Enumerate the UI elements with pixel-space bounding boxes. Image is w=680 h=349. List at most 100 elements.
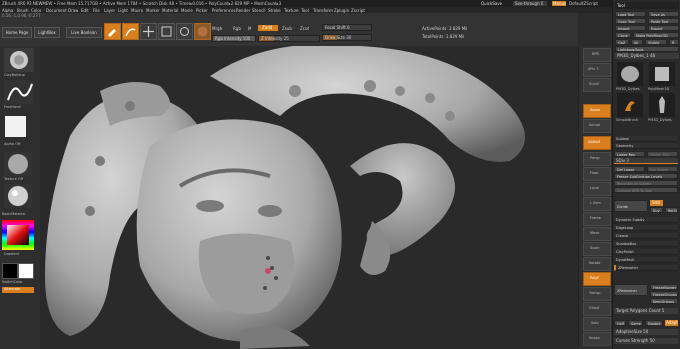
- scroll-button[interactable]: Scroll: [583, 78, 611, 92]
- document-canvas[interactable]: [40, 46, 578, 349]
- focal-shift-slider[interactable]: Focal Shift 0: [322, 24, 372, 31]
- tool-palette-header[interactable]: Tool: [615, 2, 679, 9]
- zremesher-section[interactable]: ZRemesher: [614, 265, 678, 271]
- freeze-groups-button[interactable]: FreezeGroups: [650, 291, 678, 297]
- sdiv-slider[interactable]: SDiv 3: [614, 158, 678, 164]
- stroke-button[interactable]: [4, 80, 34, 104]
- suv-toggle[interactable]: Suv: [650, 207, 663, 213]
- live-boolean-button[interactable]: Live Boolean: [66, 27, 102, 38]
- current-tool-slider[interactable]: PM3D_Dylbes_1 48: [615, 53, 679, 59]
- switch-color-button[interactable]: SwitchColor: [2, 280, 23, 284]
- ghost-button[interactable]: Ghost: [583, 302, 611, 316]
- actual-button[interactable]: Actual: [583, 119, 611, 133]
- quicksave-button[interactable]: QuickSave: [481, 1, 502, 6]
- reuv-toggle[interactable]: ReUV: [665, 207, 678, 213]
- move-mode-button[interactable]: [140, 23, 157, 40]
- rotate-mode-button[interactable]: [176, 23, 193, 40]
- lower-res-button[interactable]: Lower Res: [614, 151, 645, 157]
- double-button[interactable]: Double: [645, 320, 663, 326]
- sculpt-model[interactable]: [40, 46, 578, 349]
- z-intensity-slider[interactable]: Z Intensity 25: [258, 35, 320, 42]
- freeze-border-button[interactable]: FreezeBorder: [650, 284, 678, 290]
- solo-button[interactable]: Solo: [583, 317, 611, 331]
- goz-button[interactable]: GoZ: [615, 39, 629, 45]
- keep-groups-button[interactable]: KeepGroups: [650, 298, 678, 304]
- adapt-toggle[interactable]: Adapt: [665, 320, 678, 326]
- geometry-section[interactable]: Geometry: [614, 143, 678, 149]
- load-tool-button[interactable]: Load Tool: [615, 11, 646, 17]
- xpose-button[interactable]: Xpose: [583, 332, 611, 346]
- rgb-intensity-slider[interactable]: Rgb Intensity 100: [212, 35, 256, 42]
- transp-button[interactable]: Transp: [583, 287, 611, 301]
- see-through-slider[interactable]: See-through 0: [513, 1, 547, 6]
- scale-view-button[interactable]: Scale: [583, 242, 611, 256]
- clone-button[interactable]: Clone: [615, 32, 631, 38]
- secondary-color-swatch[interactable]: [18, 263, 34, 279]
- draw-mode-button[interactable]: [122, 23, 139, 40]
- m-button[interactable]: M: [248, 26, 251, 31]
- zremesher-button[interactable]: ZRemesher: [614, 284, 648, 296]
- half-button[interactable]: Half: [614, 320, 626, 326]
- zadd-button[interactable]: Zadd: [258, 25, 278, 31]
- menus-button[interactable]: Menus: [552, 1, 566, 6]
- main-color-swatch[interactable]: [2, 263, 18, 279]
- freeze-subdiv-button[interactable]: Freeze SubDivision Levels: [614, 173, 678, 179]
- move-view-button[interactable]: Move: [583, 227, 611, 241]
- visible-button[interactable]: Visible: [645, 39, 667, 45]
- rgb-button[interactable]: Rgb: [233, 26, 241, 31]
- smt-toggle[interactable]: Smt: [650, 200, 663, 206]
- reconstruct-subdiv-button[interactable]: Reconstruct Subdiv: [614, 180, 678, 186]
- shadowbox-section[interactable]: ShadowBox: [614, 241, 678, 247]
- bpr-button[interactable]: BPR: [583, 48, 611, 62]
- floor-button[interactable]: Floor: [583, 167, 611, 181]
- material-preview-button[interactable]: [194, 23, 211, 40]
- paste-tool-button[interactable]: Paste Tool: [648, 18, 679, 24]
- divide-button[interactable]: Divide: [614, 200, 648, 212]
- dynamic-subdiv-section[interactable]: Dynamic Subdiv: [614, 217, 678, 223]
- alternate-button[interactable]: Alternate: [2, 287, 34, 293]
- tool-thumb-3[interactable]: [617, 93, 643, 117]
- make-polymesh-button[interactable]: Make PolyMesh3D: [633, 32, 679, 38]
- r-button[interactable]: R: [669, 39, 679, 45]
- material-button[interactable]: [4, 184, 32, 208]
- draw-size-slider[interactable]: Draw Size 30: [322, 34, 372, 41]
- polyf-button[interactable]: PolyF: [583, 272, 611, 286]
- brush-button[interactable]: [4, 48, 34, 72]
- crease-section[interactable]: Crease: [614, 233, 678, 239]
- default-zscript-label[interactable]: DefaultZScript: [569, 1, 598, 6]
- lightbox-tools-button[interactable]: Lightbox▸Tools: [615, 46, 679, 52]
- del-higher-button[interactable]: Del Higher: [647, 166, 678, 172]
- rotate-view-button[interactable]: Rotate: [583, 257, 611, 271]
- texture-button[interactable]: [4, 152, 32, 176]
- same-button[interactable]: Same: [628, 320, 643, 326]
- zsub-button[interactable]: Zsub: [282, 26, 292, 31]
- import-button[interactable]: Import: [615, 25, 646, 31]
- convert-bpr-button[interactable]: Convert BPR To Geo: [614, 187, 678, 193]
- adaptive-size-slider[interactable]: AdaptiveSize 50: [614, 329, 678, 335]
- lsym-button[interactable]: L.Sym: [583, 197, 611, 211]
- edgeloop-section[interactable]: EdgeLoop: [614, 225, 678, 231]
- tool-thumb-4[interactable]: [649, 93, 675, 117]
- color-picker[interactable]: [2, 220, 34, 250]
- home-page-button[interactable]: Home Page: [2, 27, 32, 38]
- frame-button[interactable]: Frame: [583, 212, 611, 226]
- alpha-button[interactable]: [5, 116, 26, 137]
- dynamesh-section[interactable]: DynaMesh: [614, 257, 678, 263]
- target-polygons-slider[interactable]: Target Polygons Count 5: [614, 308, 678, 314]
- tool-thumb-1[interactable]: [617, 62, 643, 86]
- copy-tool-button[interactable]: Copy Tool: [615, 18, 646, 24]
- spix-button[interactable]: SPix 3: [583, 63, 611, 77]
- zoom-button[interactable]: Zoom: [583, 104, 611, 118]
- lightbox-button[interactable]: LightBox: [34, 27, 60, 38]
- curves-strength-slider[interactable]: Curves Strength 50: [614, 338, 678, 344]
- higher-res-button[interactable]: Higher Res: [647, 151, 678, 157]
- subtool-section[interactable]: Subtool: [614, 136, 678, 142]
- export-button[interactable]: Export: [648, 25, 679, 31]
- persp-button[interactable]: Persp: [583, 152, 611, 166]
- local-button[interactable]: Local: [583, 182, 611, 196]
- all-button[interactable]: All: [631, 39, 643, 45]
- tool-thumb-2[interactable]: [649, 62, 675, 86]
- zcut-button[interactable]: Zcut: [300, 26, 309, 31]
- aahalf-button[interactable]: AAHalf: [583, 136, 611, 150]
- save-as-button[interactable]: Save As: [648, 11, 679, 17]
